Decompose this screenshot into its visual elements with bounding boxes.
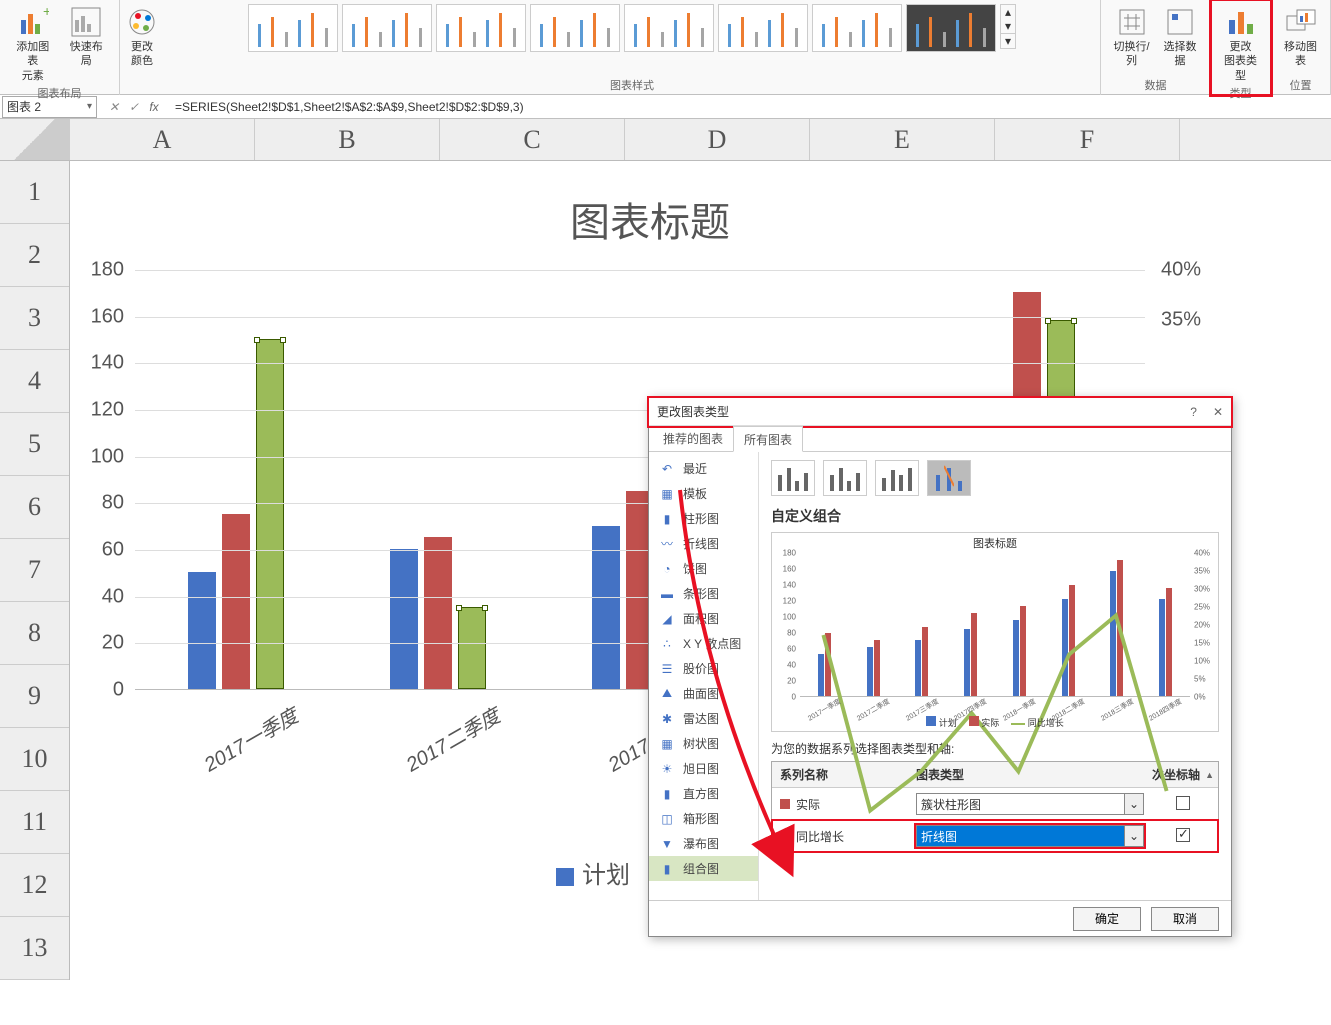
dialog-title-text: 更改图表类型	[657, 403, 729, 420]
change-chart-type-button[interactable]: 更改 图表类型	[1219, 4, 1263, 85]
quick-layout-button[interactable]: 快速布局	[62, 4, 112, 71]
chart-category-item[interactable]: ▮组合图	[649, 856, 758, 881]
cancel-button[interactable]: 取消	[1151, 907, 1219, 931]
move-chart-button[interactable]: 移动图表	[1279, 4, 1323, 71]
select-all-corner[interactable]	[0, 119, 70, 160]
ok-button[interactable]: 确定	[1073, 907, 1141, 931]
row-header[interactable]: 8	[0, 602, 69, 665]
row-header[interactable]: 1	[0, 161, 69, 224]
chart-category-item[interactable]: 〰折线图	[649, 531, 758, 556]
chart-category-item[interactable]: ▦树状图	[649, 731, 758, 756]
chart-preview: 图表标题 180160140120100806040200 40%35%30%2…	[771, 532, 1219, 732]
col-header[interactable]: D	[625, 119, 810, 160]
row-header[interactable]: 12	[0, 854, 69, 917]
col-header[interactable]: A	[70, 119, 255, 160]
formula-bar[interactable]: =SERIES(Sheet2!$D$1,Sheet2!$A$2:$A$9,She…	[169, 100, 1331, 114]
chart-category-list: ↶最近▦模板▮柱形图〰折线图◔饼图▬条形图◢面积图∴X Y 散点图☰股价图⛰曲面…	[649, 452, 759, 900]
chart-title[interactable]: 图表标题	[75, 190, 1225, 248]
row-header[interactable]: 5	[0, 413, 69, 476]
fx-icon[interactable]: fx	[145, 100, 163, 114]
group-label: 类型	[1219, 85, 1262, 101]
ribbon: + 添加图表 元素 快速布局 图表布局 更改 颜色 ▴	[0, 0, 1331, 95]
subtype-label: 自定义组合	[771, 506, 1219, 526]
col-header[interactable]: B	[255, 119, 440, 160]
subtype-option[interactable]	[771, 460, 815, 496]
tab-recommended[interactable]: 推荐的图表	[653, 426, 733, 451]
add-chart-element-button[interactable]: + 添加图表 元素	[8, 4, 58, 85]
row-header[interactable]: 4	[0, 350, 69, 413]
chart-category-item[interactable]: ▦模板	[649, 481, 758, 506]
group-label: 数据	[1109, 77, 1202, 93]
chart-category-item[interactable]: ◢面积图	[649, 606, 758, 631]
dialog-titlebar[interactable]: 更改图表类型 ? ✕	[649, 398, 1231, 426]
cancel-formula-icon[interactable]: ✕	[105, 100, 123, 114]
chart-category-item[interactable]: ▼瀑布图	[649, 831, 758, 856]
formula-bar-row: 图表 2 ✕ ✓ fx =SERIES(Sheet2!$D$1,Sheet2!$…	[0, 95, 1331, 119]
dialog-help-icon[interactable]: ?	[1190, 405, 1197, 419]
row-header[interactable]: 3	[0, 287, 69, 350]
enter-formula-icon[interactable]: ✓	[125, 100, 143, 114]
select-data-button[interactable]: 选择数据	[1158, 4, 1202, 71]
chart-category-item[interactable]: ⛰曲面图	[649, 681, 758, 706]
row-header[interactable]: 13	[0, 917, 69, 980]
col-header[interactable]: F	[995, 119, 1180, 160]
chart-category-item[interactable]: ∴X Y 散点图	[649, 631, 758, 656]
chart-category-item[interactable]: ☰股价图	[649, 656, 758, 681]
chart-category-item[interactable]: ◫箱形图	[649, 806, 758, 831]
subtype-option[interactable]	[823, 460, 867, 496]
change-chart-type-group: 更改 图表类型 类型	[1211, 0, 1271, 95]
tab-all-charts[interactable]: 所有图表	[733, 426, 803, 452]
subtype-row	[771, 460, 1219, 496]
dialog-close-icon[interactable]: ✕	[1213, 405, 1223, 419]
chart-category-item[interactable]: ☀旭日图	[649, 756, 758, 781]
change-colors-button[interactable]: 更改 颜色	[120, 4, 164, 71]
group-label: 图表布局	[8, 85, 111, 101]
svg-text:+: +	[43, 6, 49, 19]
chart-category-item[interactable]: ✱雷达图	[649, 706, 758, 731]
chart-styles-gallery[interactable]: ▴ ▾ ▾	[248, 4, 1016, 77]
group-label: 位置	[1279, 77, 1322, 93]
row-header[interactable]: 7	[0, 539, 69, 602]
subtype-option[interactable]	[875, 460, 919, 496]
col-header[interactable]: C	[440, 119, 625, 160]
row-header[interactable]: 11	[0, 791, 69, 854]
group-label: 图表样式	[172, 77, 1092, 93]
row-header[interactable]: 6	[0, 476, 69, 539]
row-header[interactable]: 9	[0, 665, 69, 728]
secondary-axis-checkbox[interactable]	[1176, 828, 1190, 842]
chart-category-item[interactable]: ◔饼图	[649, 556, 758, 581]
subtype-option-custom[interactable]	[927, 460, 971, 496]
row-header[interactable]: 10	[0, 728, 69, 791]
chart-category-item[interactable]: ▮直方图	[649, 781, 758, 806]
secondary-axis-checkbox[interactable]	[1176, 796, 1190, 810]
chart-category-item[interactable]: ↶最近	[649, 456, 758, 481]
change-chart-type-dialog: 更改图表类型 ? ✕ 推荐的图表 所有图表 ↶最近▦模板▮柱形图〰折线图◔饼图▬…	[648, 397, 1232, 937]
row-header[interactable]: 2	[0, 224, 69, 287]
y-axis: 020406080100120140160180	[75, 270, 130, 690]
switch-row-col-button[interactable]: 切换行/列	[1109, 4, 1154, 71]
col-header[interactable]: E	[810, 119, 995, 160]
chart-category-item[interactable]: ▮柱形图	[649, 506, 758, 531]
chart-category-item[interactable]: ▬条形图	[649, 581, 758, 606]
